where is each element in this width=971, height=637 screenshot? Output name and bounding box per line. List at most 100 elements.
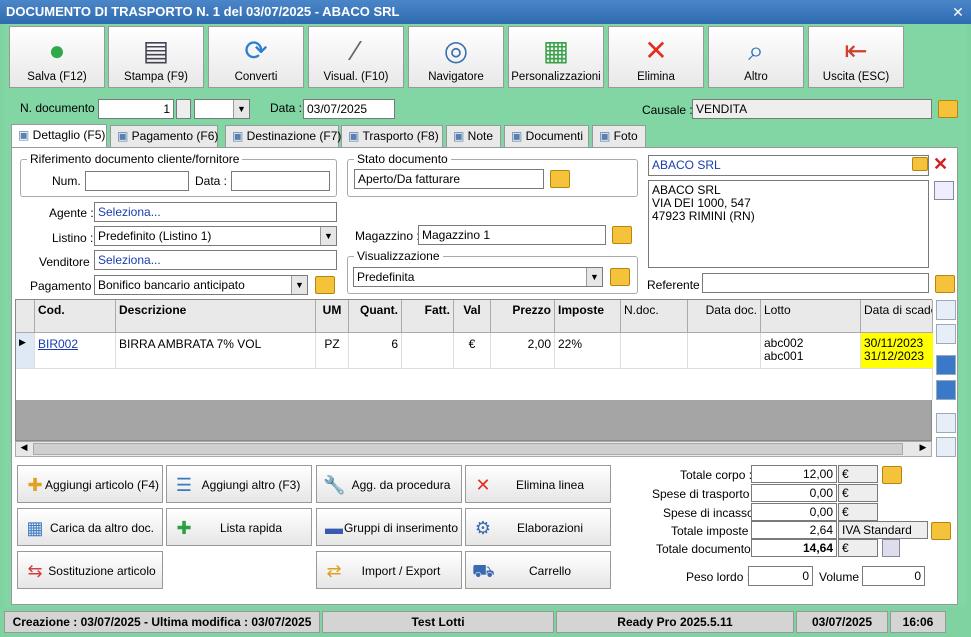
toolbar-button-8[interactable]: ⇤ Uscita (ESC)	[808, 26, 904, 88]
spese-incasso-input[interactable]: 0,00	[751, 503, 837, 521]
toolbar-button-1[interactable]: ▤ Stampa (F9)	[108, 26, 204, 88]
cell-desc[interactable]: BIRRA AMBRATA 7% VOL	[116, 333, 316, 368]
toolbar-button-7[interactable]: ⌕ Altro	[708, 26, 804, 88]
zoom-icon[interactable]	[882, 539, 900, 557]
visual-select[interactable]: Predefinita ▼	[353, 267, 603, 287]
grid-header-2[interactable]: UM	[316, 300, 349, 333]
action-button-9[interactable]: ⇄ Import / Export	[316, 551, 462, 589]
ndoc-spin[interactable]	[176, 99, 191, 119]
rif-data-input[interactable]	[231, 171, 330, 191]
listino-select[interactable]: Predefinito (Listino 1) ▼	[94, 226, 337, 246]
action-button-2[interactable]: 🔧 Agg. da procedura	[316, 465, 462, 503]
chevron-down-icon[interactable]: ▼	[320, 227, 336, 245]
cliente-name-input[interactable]: ABACO SRL	[648, 155, 929, 176]
action-button-5[interactable]: ✚ Lista rapida	[166, 508, 312, 546]
ndoc-suffix-select[interactable]: ▼	[194, 99, 250, 119]
tab-1[interactable]: ▣ Pagamento (F6)	[110, 125, 218, 147]
row-selector-icon[interactable]: ▶	[16, 333, 35, 368]
grid-header-7[interactable]: Imposte	[555, 300, 621, 333]
peso-input[interactable]: 0	[748, 566, 813, 586]
cell-prezzo[interactable]: 2,00	[491, 333, 555, 368]
tab-2[interactable]: ▣ Destinazione (F7)	[225, 125, 341, 147]
spese-trasporto-input[interactable]: 0,00	[751, 484, 837, 502]
causale-input[interactable]: VENDITA	[692, 99, 932, 119]
magazzino-input[interactable]: Magazzino 1	[418, 225, 606, 245]
toolbar-button-2[interactable]: ⟳ Converti	[208, 26, 304, 88]
scroll-thumb[interactable]	[33, 443, 903, 455]
move-updown-icon[interactable]	[936, 300, 956, 320]
cell-fatt[interactable]	[402, 333, 454, 368]
toolbar-button-4[interactable]: ◎ Navigatore	[408, 26, 504, 88]
grid-header-6[interactable]: Prezzo	[491, 300, 555, 333]
cell-lotto[interactable]: abc002 abc001	[761, 333, 861, 368]
action-button-10[interactable]: ⛟ Carrello	[465, 551, 611, 589]
cell-datadoc[interactable]	[688, 333, 761, 368]
magazzino-folder-icon[interactable]	[612, 226, 632, 244]
venditore-input[interactable]: Seleziona...	[94, 250, 337, 270]
toolbar-button-6[interactable]: ✕ Elimina	[608, 26, 704, 88]
stato-input[interactable]: Aperto/Da fatturare	[354, 169, 544, 189]
arrow-down-icon[interactable]	[936, 380, 956, 400]
iva-folder-icon[interactable]	[931, 522, 951, 540]
grid-header-4[interactable]: Fatt.	[402, 300, 454, 333]
totale-corpo-folder-icon[interactable]	[882, 466, 902, 484]
chevron-down-icon[interactable]: ▼	[291, 276, 307, 294]
scroll-right-icon[interactable]: ▶	[915, 442, 931, 456]
causale-folder-icon[interactable]	[938, 100, 958, 118]
grid-header-3[interactable]: Quant.	[349, 300, 402, 333]
close-icon[interactable]: ✕	[949, 3, 967, 21]
toolbar-button-5[interactable]: ▦ Personalizzazioni	[508, 26, 604, 88]
cliente-address-box[interactable]: ABACO SRL VIA DEI 1000, 547 47923 RIMINI…	[648, 180, 929, 268]
tab-0[interactable]: ▣ Dettaglio (F5)	[11, 124, 107, 148]
grid-header-0[interactable]: Cod.	[35, 300, 116, 333]
cell-cod[interactable]: BIR002	[35, 333, 116, 368]
grid-header-1[interactable]: Descrizione	[116, 300, 316, 333]
cell-scadenza[interactable]: 30/11/2023 31/12/2023	[861, 333, 933, 368]
horizontal-scrollbar[interactable]: ◀ ▶	[15, 441, 932, 457]
cell-imposte[interactable]: 22%	[555, 333, 621, 368]
iva-select[interactable]: IVA Standard	[838, 521, 928, 539]
referente-folder-icon[interactable]	[935, 275, 955, 293]
grid-header-11[interactable]: Data di scaden	[861, 300, 933, 333]
new-row[interactable]	[16, 368, 933, 400]
volume-input[interactable]: 0	[862, 566, 925, 586]
copy-icon[interactable]	[936, 413, 956, 433]
action-button-1[interactable]: ☰ Aggiungi altro (F3)	[166, 465, 312, 503]
action-button-6[interactable]: ▬ Gruppi di inserimento	[316, 508, 462, 546]
ndoc-input[interactable]: 1	[98, 99, 174, 119]
tab-5[interactable]: ▣ Documenti	[504, 125, 589, 147]
edit-address-icon[interactable]	[934, 181, 954, 200]
cell-quant[interactable]: 6	[349, 333, 402, 368]
cell-um[interactable]: PZ	[316, 333, 349, 368]
cliente-clear-icon[interactable]: ✕	[933, 154, 951, 174]
stato-folder-icon[interactable]	[550, 170, 570, 188]
tab-4[interactable]: ▣ Note	[446, 125, 501, 147]
paste-icon[interactable]	[936, 437, 956, 457]
pagamento-folder-icon[interactable]	[315, 276, 335, 294]
action-button-0[interactable]: ✚ Aggiungi articolo (F4)	[17, 465, 163, 503]
cell-val[interactable]: €	[454, 333, 491, 368]
agente-input[interactable]: Seleziona...	[94, 202, 337, 222]
data-input[interactable]: 03/07/2025	[303, 99, 395, 119]
grid-header-9[interactable]: Data doc.	[688, 300, 761, 333]
grid-header-8[interactable]: N.doc.	[621, 300, 688, 333]
scroll-left-icon[interactable]: ◀	[16, 442, 32, 456]
search-icon[interactable]	[936, 324, 956, 344]
grid-header-10[interactable]: Lotto	[761, 300, 861, 333]
grid-header-5[interactable]: Val	[454, 300, 491, 333]
tab-3[interactable]: ▣ Trasporto (F8)	[341, 125, 443, 147]
toolbar-button-0[interactable]: ● Salva (F12)	[9, 26, 105, 88]
cliente-folder-icon[interactable]	[912, 157, 928, 171]
cell-ndoc[interactable]	[621, 333, 688, 368]
visual-folder-icon[interactable]	[610, 268, 630, 286]
chevron-down-icon[interactable]: ▼	[586, 268, 602, 286]
action-button-8[interactable]: ⇆ Sostituzione articolo	[17, 551, 163, 589]
tab-6[interactable]: ▣ Foto	[592, 125, 646, 147]
action-button-3[interactable]: ✕ Elimina linea	[465, 465, 611, 503]
arrow-up-icon[interactable]	[936, 355, 956, 375]
referente-input[interactable]	[702, 273, 929, 293]
action-button-7[interactable]: ⚙ Elaborazioni	[465, 508, 611, 546]
pagamento-select[interactable]: Bonifico bancario anticipato ▼	[94, 275, 308, 295]
action-button-4[interactable]: ▦ Carica da altro doc.	[17, 508, 163, 546]
toolbar-button-3[interactable]: ⁄ Visual. (F10)	[308, 26, 404, 88]
